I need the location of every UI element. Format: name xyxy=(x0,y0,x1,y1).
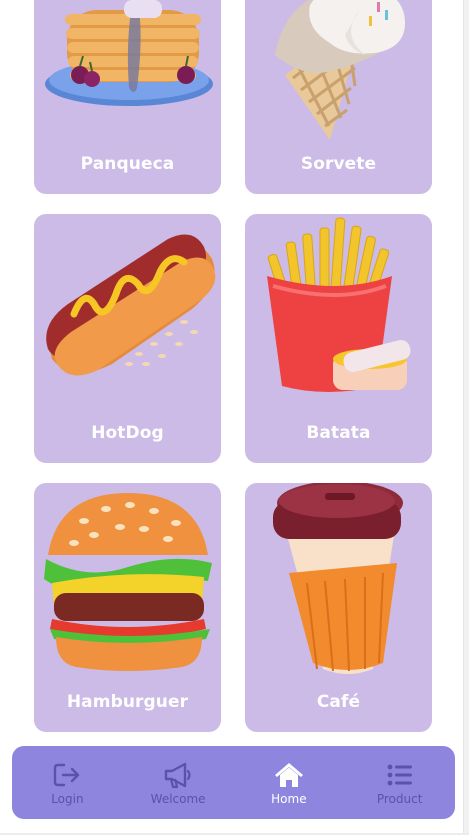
pancake-image xyxy=(45,0,213,106)
home-icon xyxy=(274,760,304,790)
card-label: Batata xyxy=(306,423,371,443)
coffee-cup-image xyxy=(273,483,403,674)
card-batata[interactable]: Batata xyxy=(245,214,432,463)
ice-cream-image xyxy=(275,0,405,140)
megaphone-icon xyxy=(163,760,193,790)
login-icon xyxy=(53,760,81,790)
card-sorvete[interactable]: Sorvete xyxy=(245,0,432,194)
fries-image xyxy=(267,217,411,392)
nav-home-label: Home xyxy=(271,791,307,806)
list-icon xyxy=(386,760,414,790)
card-label: HotDog xyxy=(91,423,164,443)
bottom-nav: Login Welcome Home Product xyxy=(12,746,455,819)
nav-product-label: Product xyxy=(376,791,423,806)
nav-login-label: Login xyxy=(51,791,84,806)
nav-home[interactable]: Home xyxy=(239,760,339,806)
food-grid: Panqueca Sorvete HotDog Batata Hamburgue… xyxy=(0,0,469,835)
card-panqueca[interactable]: Panqueca xyxy=(34,0,221,194)
nav-welcome[interactable]: Welcome xyxy=(128,760,228,806)
burger-image xyxy=(44,493,212,671)
card-label: Panqueca xyxy=(80,154,175,174)
card-cafe[interactable]: Café xyxy=(245,483,432,732)
card-label: Hamburguer xyxy=(66,692,189,712)
card-label: Café xyxy=(316,692,361,712)
card-hamburguer[interactable]: Hamburguer xyxy=(34,483,221,732)
card-label: Sorvete xyxy=(300,154,377,174)
nav-product[interactable]: Product xyxy=(350,760,450,806)
nav-login[interactable]: Login xyxy=(17,760,117,806)
card-hotdog[interactable]: HotDog xyxy=(34,214,221,463)
hotdog-image xyxy=(46,234,216,376)
nav-welcome-label: Welcome xyxy=(150,791,206,806)
